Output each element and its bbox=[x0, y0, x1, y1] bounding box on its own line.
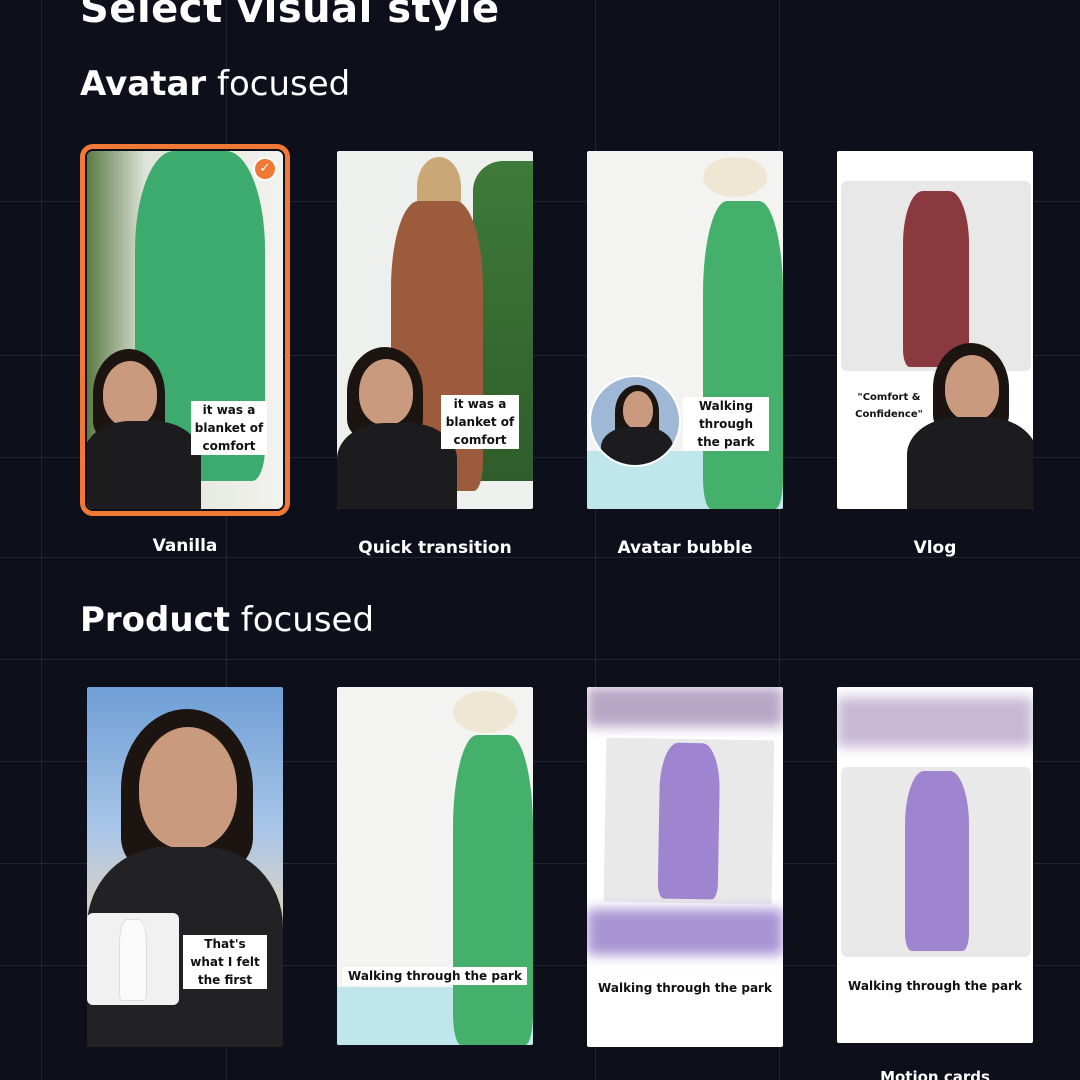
grid-line bbox=[0, 659, 1080, 660]
sun-hat bbox=[703, 157, 767, 197]
style-label-motion-cards[interactable]: Motion cards bbox=[837, 1068, 1033, 1080]
green-jumpsuit bbox=[453, 735, 533, 1045]
card-caption: it was a blanket of comfort bbox=[191, 401, 267, 455]
card-caption: Walking through the park bbox=[593, 979, 777, 997]
avatar-body bbox=[907, 417, 1033, 509]
style-label-quick-transition[interactable]: Quick transition bbox=[337, 538, 533, 558]
grid-line bbox=[41, 0, 42, 1080]
sun-hat bbox=[453, 691, 517, 733]
blur-effect bbox=[587, 909, 783, 955]
card-caption: it was a blanket of comfort bbox=[441, 395, 519, 449]
avatar-body bbox=[601, 427, 673, 465]
section-title-rest: focused bbox=[206, 64, 351, 104]
style-card-vanilla[interactable]: it was a blanket of comfort ✓ bbox=[80, 144, 290, 516]
purple-jumpsuit bbox=[657, 742, 721, 900]
motion-card bbox=[601, 735, 777, 907]
card-caption: Walking through the park bbox=[843, 977, 1027, 995]
style-card-vlog[interactable]: "Comfort & Confidence" bbox=[837, 151, 1033, 509]
section-title-product: Product focused bbox=[80, 600, 374, 640]
avatar-face bbox=[103, 361, 157, 427]
page-title: Select visual style bbox=[80, 0, 500, 32]
avatar-face bbox=[945, 355, 999, 421]
white-jumpsuit bbox=[119, 919, 147, 1001]
card-caption: Walking through the park bbox=[343, 967, 527, 985]
check-icon: ✓ bbox=[253, 157, 277, 181]
purple-jumpsuit bbox=[905, 771, 969, 951]
green-jumpsuit bbox=[703, 201, 783, 509]
style-card-avatar-bubble[interactable]: Walking through the park bbox=[587, 151, 783, 509]
blur-effect bbox=[587, 687, 783, 727]
avatar-bubble bbox=[589, 375, 681, 467]
product-thumbnail bbox=[87, 913, 179, 1005]
style-card-product-1[interactable]: That's what I felt the first bbox=[87, 687, 283, 1047]
red-jumpsuit bbox=[903, 191, 969, 367]
style-card-product-2[interactable]: Walking through the park bbox=[337, 687, 533, 1045]
style-card-product-3[interactable]: Walking through the park bbox=[587, 687, 783, 1047]
avatar-body bbox=[87, 421, 201, 509]
avatar-face bbox=[359, 359, 413, 425]
card-caption: "Comfort & Confidence" bbox=[847, 389, 931, 423]
motion-card bbox=[841, 767, 1031, 957]
card-caption: Walking through the park bbox=[683, 397, 769, 451]
style-label-vlog[interactable]: Vlog bbox=[837, 538, 1033, 558]
avatar-face bbox=[139, 727, 237, 849]
style-card-quick-transition[interactable]: it was a blanket of comfort bbox=[337, 151, 533, 509]
section-title-avatar: Avatar focused bbox=[80, 64, 350, 104]
section-title-rest: focused bbox=[230, 600, 375, 640]
section-title-bold: Product bbox=[80, 600, 230, 640]
avatar-body bbox=[337, 423, 457, 509]
style-card-product-4[interactable]: Walking through the park bbox=[837, 687, 1033, 1043]
card-caption: That's what I felt the first bbox=[183, 935, 267, 989]
avatar-face bbox=[623, 391, 653, 429]
style-label-avatar-bubble[interactable]: Avatar bubble bbox=[587, 538, 783, 558]
style-label-vanilla[interactable]: Vanilla bbox=[87, 536, 283, 556]
section-title-bold: Avatar bbox=[80, 64, 207, 104]
blur-effect bbox=[837, 697, 1033, 747]
